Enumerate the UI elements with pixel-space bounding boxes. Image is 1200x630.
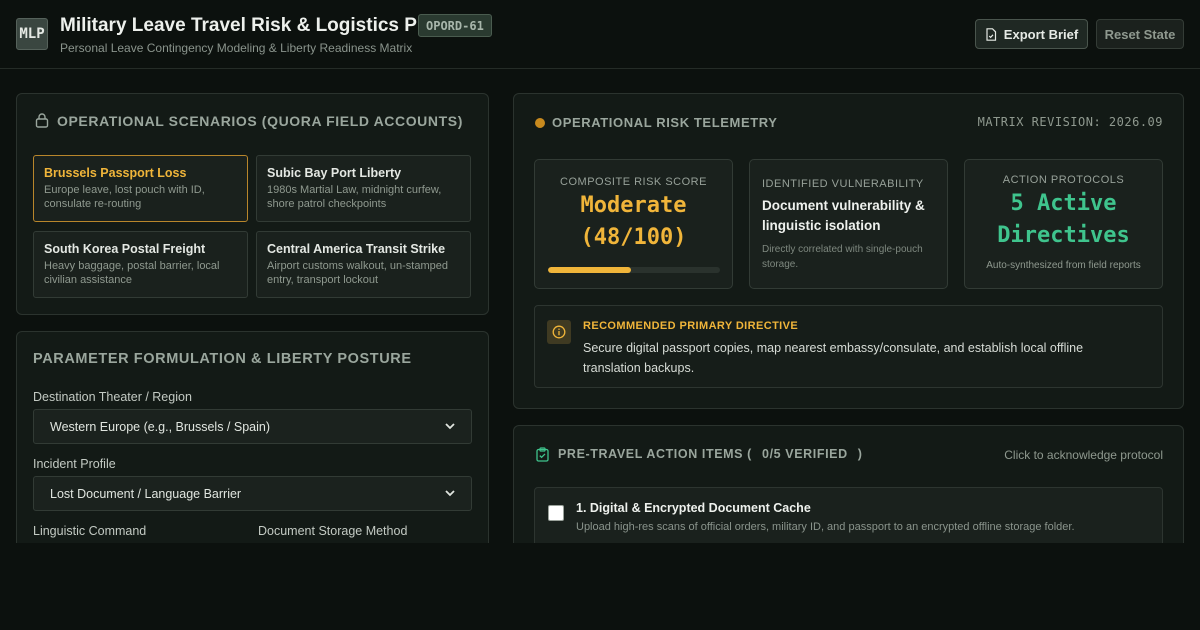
action-item[interactable]: 1. Digital & Encrypted Document Cache Up… bbox=[534, 487, 1163, 543]
scenario-card[interactable]: Subic Bay Port Liberty 1980s Martial Law… bbox=[256, 155, 471, 222]
export-brief-label: Export Brief bbox=[1003, 26, 1079, 42]
risk-progress-fill bbox=[548, 267, 631, 273]
parameters-panel: PARAMETER FORMULATION & LIBERTY POSTURE … bbox=[16, 331, 489, 543]
scenario-card[interactable]: South Korea Postal Freight Heavy baggage… bbox=[33, 231, 248, 298]
clipboard-check-icon bbox=[536, 447, 549, 462]
chevron-down-icon bbox=[445, 490, 455, 497]
telemetry-heading: OPERATIONAL RISK TELEMETRY bbox=[552, 115, 778, 130]
scenario-card[interactable]: Brussels Passport Loss Europe leave, los… bbox=[33, 155, 248, 222]
scenarios-heading: OPERATIONAL SCENARIOS (QUORA FIELD ACCOU… bbox=[57, 113, 463, 129]
destination-label: Destination Theater / Region bbox=[33, 390, 192, 404]
risk-score-label: COMPOSITE RISK SCORE bbox=[560, 176, 707, 188]
scenario-description: Airport customs walkout, un-stamped entr… bbox=[267, 260, 448, 286]
incident-select[interactable]: Lost Document / Language Barrier bbox=[33, 476, 472, 511]
scenario-description: Europe leave, lost pouch with ID, consul… bbox=[44, 184, 205, 210]
action-item-checkbox[interactable] bbox=[548, 505, 564, 521]
vulnerability-title: Document vulnerability & linguistic isol… bbox=[762, 198, 925, 233]
incident-value: Lost Document / Language Barrier bbox=[50, 486, 242, 501]
app-title: Military Leave Travel Risk & Logistics P… bbox=[60, 15, 474, 36]
vulnerability-card: IDENTIFIED VULNERABILITY Document vulner… bbox=[749, 159, 948, 289]
matrix-revision: MATRIX REVISION: 2026.09 bbox=[977, 115, 1163, 129]
checklist-heading-prefix: PRE-TRAVEL ACTION ITEMS ( bbox=[558, 447, 752, 461]
app-subtitle: Personal Leave Contingency Modeling & Li… bbox=[60, 41, 413, 55]
scenario-title: South Korea Postal Freight bbox=[44, 242, 206, 256]
operation-badge: OPORD-61 bbox=[418, 14, 492, 37]
risk-score-card: COMPOSITE RISK SCORE Moderate (48/100) bbox=[534, 159, 733, 289]
incident-label: Incident Profile bbox=[33, 457, 116, 471]
reset-state-button[interactable]: Reset State bbox=[1096, 19, 1184, 49]
scenario-card[interactable]: Central America Transit Strike Airport c… bbox=[256, 231, 471, 298]
action-item-title: 1. Digital & Encrypted Document Cache bbox=[576, 501, 811, 515]
action-protocols-note: Auto-synthesized from field reports bbox=[986, 260, 1141, 271]
scenario-title: Central America Transit Strike bbox=[267, 242, 446, 256]
action-count: 5 Active bbox=[1010, 191, 1117, 216]
telemetry-panel: OPERATIONAL RISK TELEMETRY MATRIX REVISI… bbox=[513, 93, 1184, 409]
app-header: MLP Military Leave Travel Risk & Logisti… bbox=[0, 0, 1200, 69]
checklist-panel: PRE-TRAVEL ACTION ITEMS ( 0/5 VERIFIED )… bbox=[513, 425, 1184, 543]
action-protocols-label: ACTION PROTOCOLS bbox=[1002, 174, 1125, 186]
lock-icon bbox=[35, 113, 49, 128]
scenario-description: Heavy baggage, postal barrier, local civ… bbox=[44, 260, 220, 286]
checklist-heading: PRE-TRAVEL ACTION ITEMS ( 0/5 VERIFIED ) bbox=[558, 447, 863, 461]
scenarios-panel: OPERATIONAL SCENARIOS (QUORA FIELD ACCOU… bbox=[16, 93, 489, 315]
action-protocols-card: ACTION PROTOCOLS 5 Active Directives Aut… bbox=[964, 159, 1163, 289]
primary-directive: RECOMMENDED PRIMARY DIRECTIVE Secure dig… bbox=[534, 305, 1163, 388]
storage-method-label: Document Storage Method bbox=[258, 524, 408, 538]
destination-value: Western Europe (e.g., Brussels / Spain) bbox=[50, 419, 271, 434]
verified-count: 0/5 VERIFIED bbox=[762, 447, 848, 461]
action-unit: Directives bbox=[997, 223, 1130, 248]
chevron-down-icon bbox=[445, 423, 455, 430]
checklist-heading-suffix: ) bbox=[857, 447, 863, 461]
document-icon bbox=[986, 27, 996, 41]
scenario-title: Subic Bay Port Liberty bbox=[267, 166, 402, 180]
scenario-description: 1980s Martial Law, midnight curfew, shor… bbox=[267, 184, 442, 210]
vulnerability-label: IDENTIFIED VULNERABILITY bbox=[762, 178, 924, 190]
risk-level: Moderate bbox=[580, 193, 687, 218]
info-icon bbox=[547, 320, 571, 344]
export-brief-button[interactable]: Export Brief bbox=[975, 19, 1088, 49]
checklist-hint: Click to acknowledge protocol bbox=[1004, 448, 1163, 462]
risk-progress-bar bbox=[548, 267, 720, 273]
status-dot-icon bbox=[535, 118, 545, 128]
vulnerability-note: Directly correlated with single-pouch st… bbox=[762, 244, 923, 270]
risk-score: (48/100) bbox=[580, 225, 687, 250]
action-item-description: Upload high-res scans of official orders… bbox=[576, 521, 1075, 533]
scenario-title: Brussels Passport Loss bbox=[44, 166, 187, 180]
destination-select[interactable]: Western Europe (e.g., Brussels / Spain) bbox=[33, 409, 472, 444]
app-logo: MLP bbox=[16, 18, 48, 50]
linguistic-command-label: Linguistic Command bbox=[33, 524, 147, 538]
parameters-heading: PARAMETER FORMULATION & LIBERTY POSTURE bbox=[33, 351, 412, 367]
directive-title: RECOMMENDED PRIMARY DIRECTIVE bbox=[583, 320, 799, 332]
directive-text: Secure digital passport copies, map near… bbox=[583, 341, 1084, 375]
